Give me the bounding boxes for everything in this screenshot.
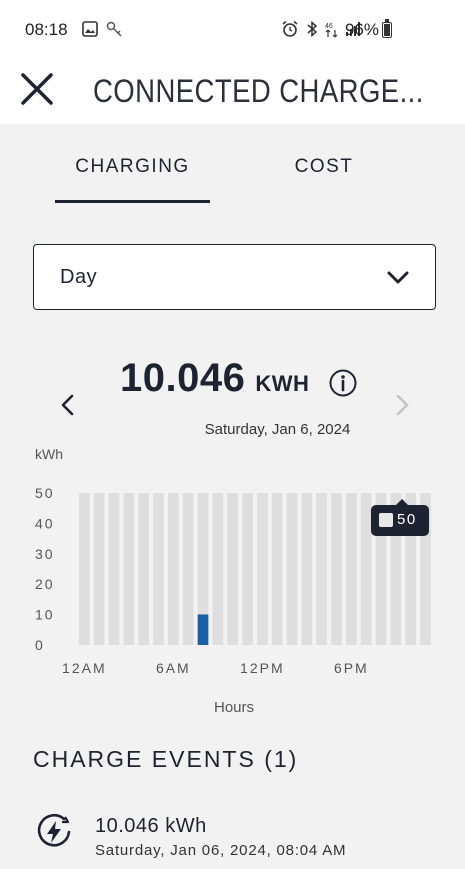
- period-select[interactable]: Day: [33, 244, 436, 310]
- x-tick-label: 6AM: [156, 660, 191, 676]
- status-left-icons: [82, 21, 124, 39]
- x-axis-ticks: 12AM 6AM 12PM 6PM: [62, 660, 369, 676]
- battery-percent: 96%: [344, 20, 379, 39]
- y-tick-label: 20: [35, 576, 55, 592]
- next-day-button[interactable]: [392, 393, 412, 422]
- chart-tooltip: 50: [371, 499, 429, 536]
- background-bar: [242, 493, 253, 645]
- y-tick-label: 50: [35, 485, 55, 501]
- tab-charging[interactable]: CHARGING: [55, 156, 210, 178]
- period-select-value: Day: [60, 266, 98, 288]
- y-axis-title: kWh: [35, 446, 63, 462]
- tooltip-swatch: [379, 513, 393, 527]
- charge-event-datetime: Saturday, Jan 06, 2024, 08:04 AM: [95, 842, 347, 859]
- background-bar: [286, 493, 298, 645]
- background-bar: [108, 493, 120, 645]
- status-bar: 08:18 46 96%: [0, 0, 465, 62]
- tab-bar: CHARGING COST: [0, 124, 465, 206]
- info-icon: [329, 369, 357, 397]
- background-bar: [257, 493, 268, 645]
- background-bar: [79, 493, 90, 645]
- background-bar: [138, 493, 150, 645]
- x-tick-label: 12PM: [240, 660, 285, 676]
- charge-events-title: CHARGE EVENTS (1): [33, 746, 299, 772]
- x-tick-label: 6PM: [334, 660, 369, 676]
- background-bar: [360, 493, 372, 645]
- chevron-right-icon: [396, 394, 409, 416]
- charge-event-item[interactable]: 10.046 kWh Saturday, Jan 06, 2024, 08:04…: [0, 798, 465, 869]
- background-bar: [182, 493, 194, 645]
- background-bar: [153, 493, 164, 645]
- tooltip-value: 50: [397, 511, 417, 528]
- background-bar: [227, 493, 239, 645]
- x-axis-title: Hours: [214, 699, 254, 716]
- chevron-down-icon: [387, 271, 409, 284]
- charging-bolt-icon: [37, 814, 71, 847]
- y-tick-label: 30: [35, 546, 55, 562]
- image-icon: [82, 21, 98, 37]
- total-energy-value: 10.046: [120, 356, 246, 400]
- data-bar[interactable]: [197, 614, 209, 645]
- x-tick-label: 12AM: [62, 660, 107, 676]
- total-energy: 10.046 KWH: [120, 356, 309, 401]
- y-axis-ticks: 0 10 20 30 40 50: [35, 485, 55, 653]
- tab-cost[interactable]: COST: [268, 156, 380, 178]
- active-tab-indicator: [55, 200, 210, 203]
- close-icon: [21, 73, 53, 105]
- close-button[interactable]: [18, 70, 56, 108]
- wifi-calling-icon: 46: [325, 23, 338, 38]
- background-bar: [316, 493, 328, 645]
- status-time: 08:18: [25, 20, 68, 39]
- background-bar: [212, 493, 224, 645]
- svg-text:46: 46: [325, 23, 333, 30]
- y-tick-label: 0: [35, 637, 45, 653]
- app-header: CONNECTED CHARGE...: [0, 62, 465, 124]
- background-bar: [123, 493, 135, 645]
- page-title: CONNECTED CHARGE...: [93, 73, 424, 109]
- background-bar: [93, 493, 105, 645]
- energy-chart: kWh 0 10 20 30 40 50 12AM 6AM 12PM 6PM Hours: [35, 446, 431, 716]
- battery-icon: [382, 19, 392, 38]
- chart-date: Saturday, Jan 6, 2024: [204, 421, 351, 438]
- alarm-icon: [282, 20, 298, 37]
- total-energy-unit: KWH: [255, 371, 310, 396]
- y-tick-label: 10: [35, 607, 55, 623]
- charge-event-energy: 10.046 kWh: [95, 815, 207, 837]
- background-bar: [168, 493, 179, 645]
- key-icon: [106, 21, 122, 37]
- info-button[interactable]: [328, 368, 358, 403]
- previous-day-button[interactable]: [58, 393, 78, 422]
- background-bar: [301, 493, 313, 645]
- y-tick-label: 40: [35, 515, 55, 531]
- background-bar: [331, 493, 342, 645]
- data-bars: [197, 614, 209, 645]
- chevron-left-icon: [61, 394, 74, 416]
- background-bar: [346, 493, 357, 645]
- background-bar: [271, 493, 283, 645]
- bluetooth-icon: [307, 20, 318, 38]
